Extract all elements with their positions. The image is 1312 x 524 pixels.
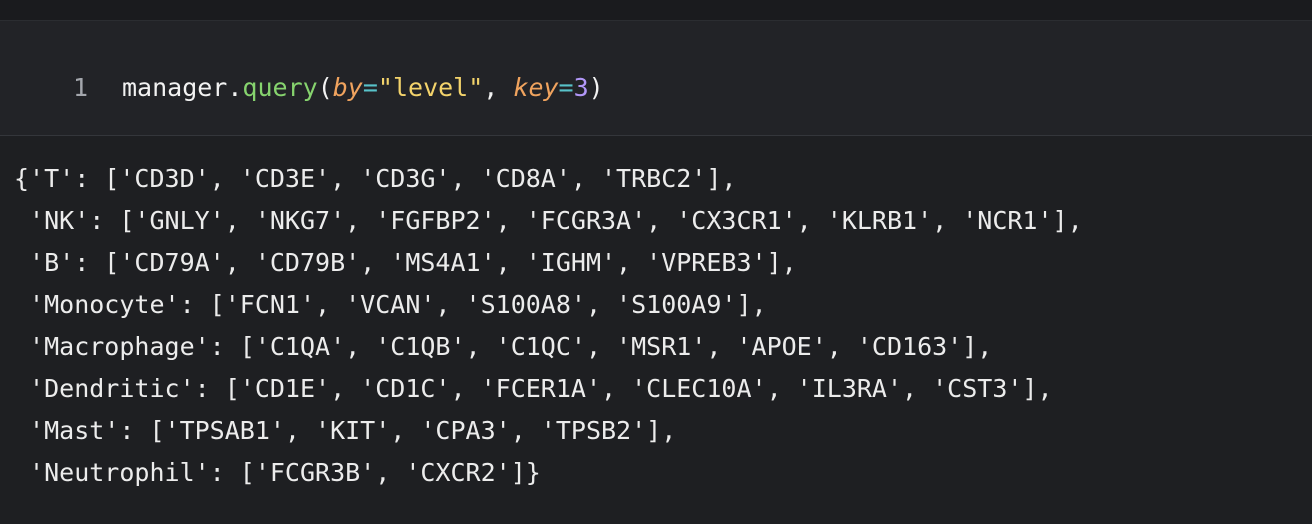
code-token: ) [588, 72, 604, 102]
code-token: 3 [573, 72, 589, 102]
code-token: ( [317, 72, 333, 102]
output-line: 'Dendritic': ['CD1E', 'CD1C', 'FCER1A', … [14, 374, 1053, 403]
code-token: key [513, 72, 559, 102]
code-input-cell[interactable]: 1 manager.query(by="level", key=3) [0, 21, 1312, 136]
code-line-1[interactable]: 1 manager.query(by="level", key=3) [0, 70, 604, 104]
code-token: , [483, 72, 514, 102]
output-line: 'Neutrophil': ['FCGR3B', 'CXCR2']} [14, 458, 541, 487]
line-number: 1 [72, 72, 88, 102]
previous-cell-edge [0, 0, 1312, 21]
output-line: {'T': ['CD3D', 'CD3E', 'CD3G', 'CD8A', '… [14, 164, 737, 193]
output-line: 'Macrophage': ['C1QA', 'C1QB', 'C1QC', '… [14, 332, 993, 361]
code-token: . [227, 72, 243, 102]
code-token: "level" [377, 72, 484, 102]
output-line: 'Mast': ['TPSAB1', 'KIT', 'CPA3', 'TPSB2… [14, 416, 677, 445]
output-line: 'NK': ['GNLY', 'NKG7', 'FGFBP2', 'FCGR3A… [14, 206, 1083, 235]
output-line: 'Monocyte': ['FCN1', 'VCAN', 'S100A8', '… [14, 290, 767, 319]
code-token: query [242, 72, 318, 102]
output-text: {'T': ['CD3D', 'CD3E', 'CD3G', 'CD8A', '… [14, 158, 1083, 494]
code-token: by [332, 72, 363, 102]
code-token: = [558, 72, 574, 102]
code-text[interactable]: manager.query(by="level", key=3) [122, 73, 604, 102]
code-token: manager [122, 72, 228, 102]
code-token: = [362, 72, 378, 102]
output-line: 'B': ['CD79A', 'CD79B', 'MS4A1', 'IGHM',… [14, 248, 797, 277]
notebook-view: 1 manager.query(by="level", key=3) {'T':… [0, 0, 1312, 524]
